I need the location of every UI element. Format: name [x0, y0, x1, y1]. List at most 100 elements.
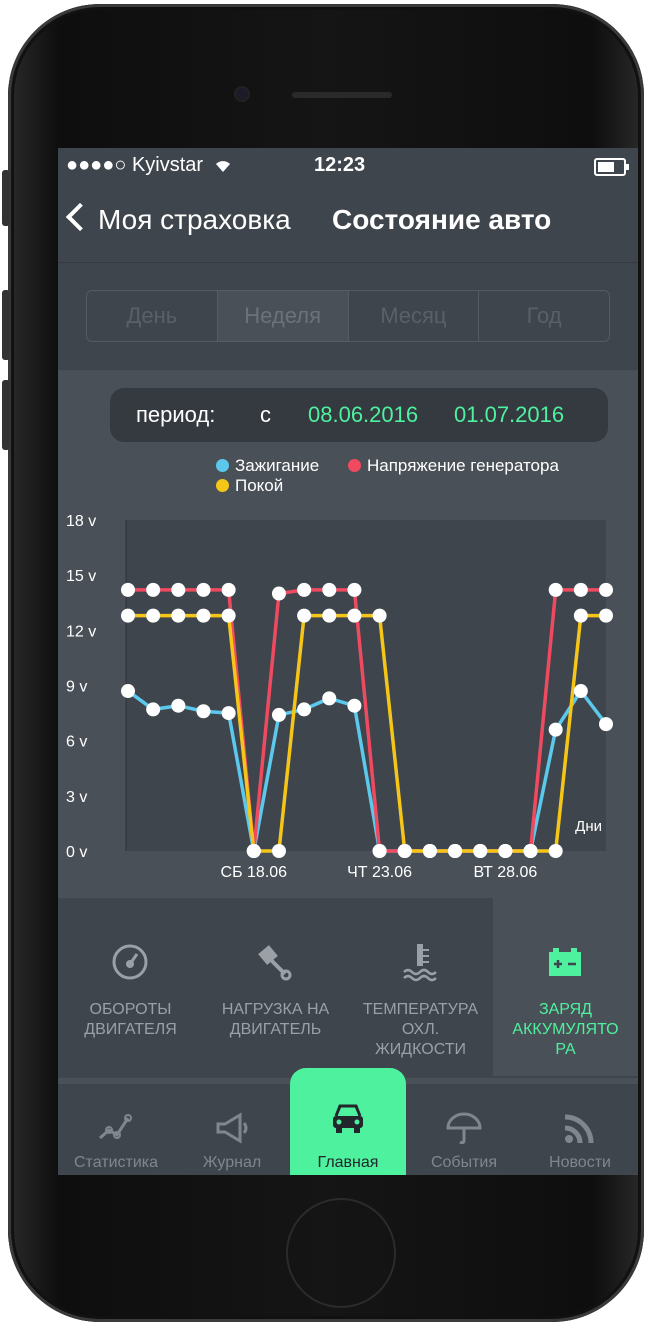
card-line: ЖИДКОСТИ [375, 1041, 466, 1058]
tab-journal-label: Журнал [202, 1154, 262, 1171]
card-coolant-temperature[interactable]: ТЕМПЕРАТУРА ОХЛ. ЖИДКОСТИ [348, 898, 493, 1076]
data-point [196, 704, 211, 719]
card-battery-charge[interactable]: ЗАРЯД АККУМУЛЯТО РА [493, 898, 638, 1076]
statistics-icon [99, 1114, 132, 1140]
data-point [297, 608, 312, 623]
metric-cards: ОБОРОТЫ ДВИГАТЕЛЯ НАГРУЗКА НА ДВИГАТЕЛЬ [58, 898, 638, 1078]
car-icon [333, 1104, 363, 1133]
data-point [246, 844, 261, 858]
card-battery-charge-label: ЗАРЯД АККУМУЛЯТО РА [493, 1000, 638, 1060]
volume-down-button [2, 380, 10, 450]
card-engine-load[interactable]: НАГРУЗКА НА ДВИГАТЕЛЬ [203, 898, 348, 1076]
data-point [196, 608, 211, 623]
home-button[interactable] [286, 1198, 396, 1308]
y-tick-label: 18 v [66, 513, 96, 530]
card-line: ЗАРЯД [538, 1001, 593, 1018]
y-tick-label: 9 v [66, 679, 87, 696]
data-point [422, 844, 437, 858]
data-point [171, 582, 186, 597]
data-point [121, 608, 135, 623]
data-point [271, 707, 286, 722]
data-point [221, 608, 236, 623]
tab-news-label: Новости [549, 1154, 611, 1171]
data-point [171, 608, 186, 623]
data-point [573, 684, 588, 699]
app-screen: ●●●●○ Kyivstar 12:23 Моя страховка Состо… [58, 148, 638, 1175]
data-point [347, 698, 362, 713]
data-point [121, 684, 135, 699]
data-point [548, 582, 563, 597]
card-line: ДВИГАТЕЛЬ [229, 1021, 322, 1038]
data-point [121, 582, 135, 597]
front-camera [236, 88, 248, 100]
coolant-temperature-icon [403, 944, 437, 982]
earpiece-speaker [292, 92, 392, 98]
megaphone-icon [216, 1112, 248, 1144]
data-point [573, 582, 588, 597]
tab-bar: Статистика Журнал Главная События Новост… [58, 1068, 638, 1175]
data-point [297, 582, 312, 597]
data-point [372, 844, 387, 858]
piston-icon [258, 945, 292, 981]
y-tick-label: 15 v [66, 568, 96, 585]
x-tick-label: ВТ 28.06 [473, 864, 537, 881]
card-line: ДВИГАТЕЛЯ [84, 1021, 177, 1038]
data-point [397, 844, 412, 858]
card-coolant-temperature-label: ТЕМПЕРАТУРА ОХЛ. ЖИДКОСТИ [348, 1000, 493, 1060]
x-axis-label: Дни [575, 818, 602, 835]
tab-home[interactable]: Главная [290, 1068, 406, 1175]
data-point [548, 844, 563, 858]
data-point [221, 706, 236, 721]
data-point [347, 608, 362, 623]
umbrella-icon [446, 1112, 482, 1145]
volume-up-button [2, 290, 10, 360]
x-tick-label: ЧТ 23.06 [347, 864, 412, 881]
rss-icon [564, 1114, 594, 1144]
data-point [599, 717, 613, 732]
data-point [448, 844, 463, 858]
data-point [548, 722, 563, 737]
tab-statistics[interactable]: Статистика [58, 1084, 174, 1175]
y-tick-label: 12 v [66, 623, 96, 640]
data-point [573, 608, 588, 623]
tab-events[interactable]: События [406, 1084, 522, 1175]
data-point [322, 582, 337, 597]
mute-switch [2, 170, 10, 226]
data-point [196, 582, 211, 597]
data-point [146, 608, 161, 623]
speedometer-icon [112, 944, 148, 980]
tab-statistics-label: Статистика [73, 1154, 159, 1171]
card-line: РА [555, 1041, 576, 1058]
data-point [599, 582, 613, 597]
card-line: НАГРУЗКА НА [221, 1001, 330, 1018]
data-point [372, 608, 387, 623]
card-line: ОХЛ. [401, 1021, 440, 1038]
data-point [297, 702, 312, 717]
y-tick-label: 3 v [66, 789, 87, 806]
card-engine-rpm-label: ОБОРОТЫ ДВИГАТЕЛЯ [58, 1000, 203, 1040]
y-tick-label: 6 v [66, 734, 87, 751]
data-point [271, 844, 286, 858]
tab-journal[interactable]: Журнал [174, 1084, 290, 1175]
card-engine-load-label: НАГРУЗКА НА ДВИГАТЕЛЬ [203, 1000, 348, 1040]
data-point [599, 608, 613, 623]
data-point [146, 582, 161, 597]
tab-events-label: События [430, 1154, 498, 1171]
tab-home-label: Главная [317, 1154, 379, 1171]
data-point [171, 698, 186, 713]
card-line: ОБОРОТЫ [89, 1001, 172, 1018]
data-point [347, 582, 362, 597]
tab-news[interactable]: Новости [522, 1084, 638, 1175]
data-point [271, 586, 286, 601]
data-point [322, 608, 337, 623]
data-point [221, 582, 236, 597]
x-tick-label: СБ 18.06 [221, 864, 288, 881]
data-point [322, 691, 337, 706]
card-line: ТЕМПЕРАТУРА [362, 1001, 479, 1018]
card-engine-rpm[interactable]: ОБОРОТЫ ДВИГАТЕЛЯ [58, 898, 203, 1076]
y-tick-label: 0 v [66, 844, 87, 861]
data-point [523, 844, 538, 858]
data-point [498, 844, 513, 858]
voltage-line-chart: 18 v 15 v 12 v 9 v 6 v 3 v 0 v СБ 18.06 ЧТ 23.06… [66, 513, 613, 881]
battery-charge-icon [549, 948, 581, 976]
